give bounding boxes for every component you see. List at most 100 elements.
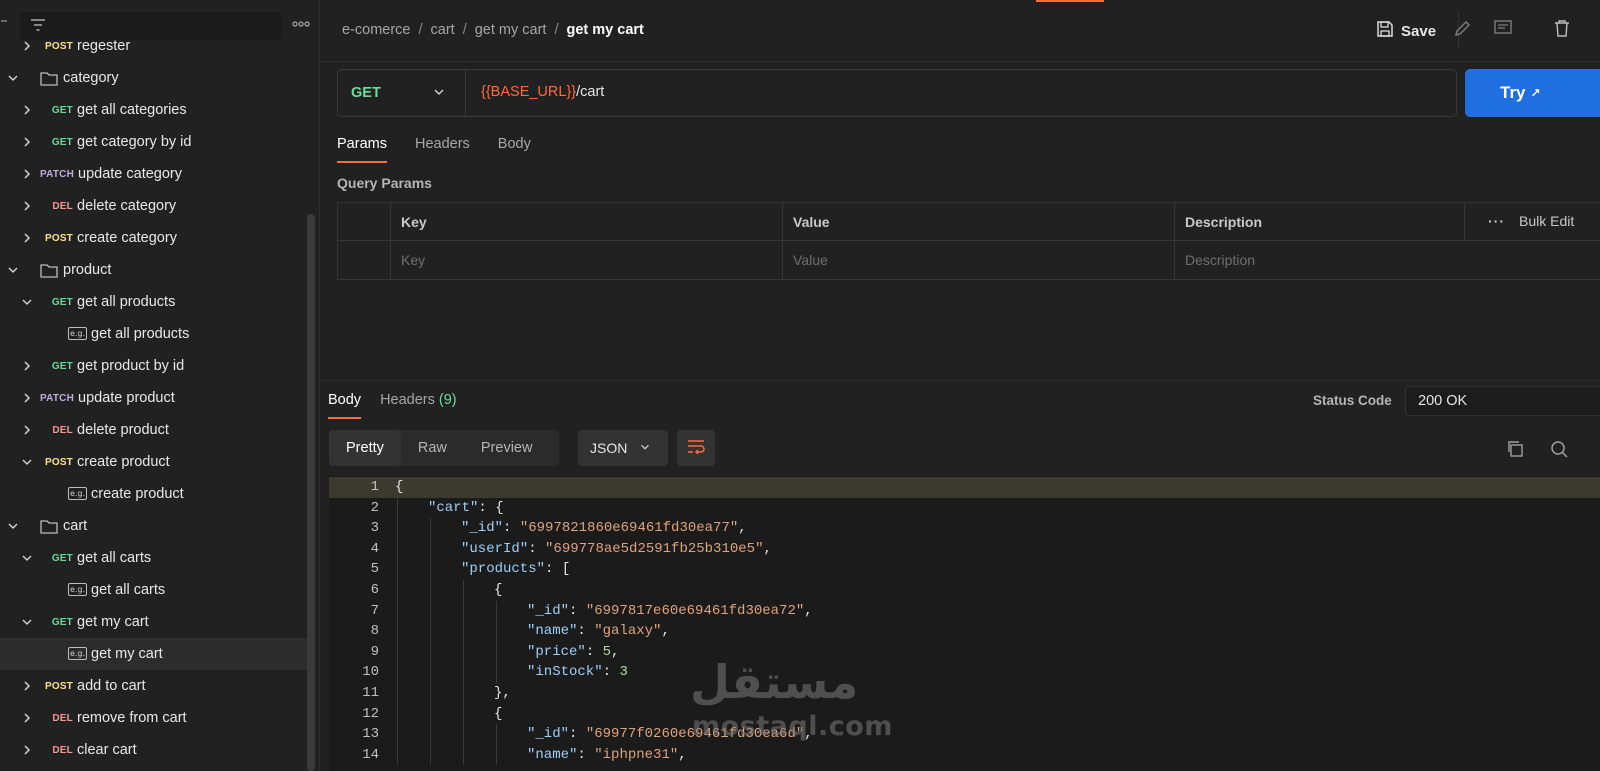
sidebar-item-label: clear cart bbox=[77, 742, 137, 758]
sidebar-request-regester[interactable]: POST regester bbox=[0, 30, 312, 62]
tab-headers[interactable]: Headers bbox=[415, 136, 470, 163]
chevron-down-icon[interactable] bbox=[6, 71, 20, 85]
chevron-right-icon[interactable] bbox=[20, 391, 34, 405]
collapse-icon[interactable] bbox=[0, 14, 8, 31]
sidebar-request-get-product-by-id[interactable]: GET get product by id bbox=[0, 350, 312, 382]
sidebar-request-clear-cart[interactable]: DEL clear cart bbox=[0, 734, 312, 766]
sidebar-request-delete-category[interactable]: DEL delete category bbox=[0, 190, 312, 222]
chevron-right-icon[interactable] bbox=[20, 231, 34, 245]
table-row: Key Value Description bbox=[338, 241, 1600, 279]
sidebar-request-create-category[interactable]: POST create category bbox=[0, 222, 312, 254]
view-tab-raw[interactable]: Raw bbox=[401, 430, 464, 466]
tab-response-headers[interactable]: Headers (9) bbox=[380, 392, 457, 419]
view-mode-tabs: Pretty Raw Preview bbox=[329, 430, 559, 466]
view-tab-preview[interactable]: Preview bbox=[464, 430, 550, 466]
code-token: : bbox=[602, 664, 620, 681]
breadcrumb: e-comerce / cart / get my cart / get my … bbox=[342, 22, 644, 38]
url-input[interactable]: {{BASE_URL}}/cart bbox=[481, 84, 604, 100]
chevron-down-icon[interactable] bbox=[20, 295, 34, 309]
breadcrumb-current: get my cart bbox=[566, 22, 644, 38]
description-input[interactable]: Description bbox=[1174, 241, 1600, 279]
bulk-edit-button[interactable]: ··· Bulk Edit bbox=[1488, 213, 1574, 229]
line-number: 8 bbox=[370, 623, 379, 640]
chevron-right-icon[interactable] bbox=[20, 711, 34, 725]
sidebar-folder-category[interactable]: category bbox=[0, 62, 312, 94]
code-line: 2 "cart": { bbox=[329, 498, 1600, 519]
sidebar-request-get-all-categories[interactable]: GET get all categories bbox=[0, 94, 312, 126]
code-token: "products" bbox=[461, 561, 546, 578]
sidebar-item-label: get all products bbox=[91, 326, 190, 342]
sidebar-request-delete-product[interactable]: DEL delete product bbox=[0, 414, 312, 446]
tab-body[interactable]: Body bbox=[498, 136, 531, 163]
sidebar-item-label: product bbox=[63, 262, 112, 278]
line-number: 6 bbox=[370, 582, 379, 598]
code-token: , bbox=[661, 623, 670, 640]
code-text: "products": [ bbox=[461, 559, 570, 580]
key-input[interactable]: Key bbox=[390, 241, 782, 279]
response-body-editor[interactable]: 1{2 "cart": {3 "_id": "6997821860e69461fd3… bbox=[329, 476, 1600, 771]
sidebar-example-create-product[interactable]: e.g. create product bbox=[0, 478, 312, 510]
search-icon[interactable] bbox=[1550, 440, 1570, 460]
copy-icon[interactable] bbox=[1506, 440, 1526, 460]
panel-divider[interactable] bbox=[320, 380, 1600, 381]
more-icon[interactable] bbox=[292, 14, 310, 30]
sidebar-example-get-all-carts[interactable]: e.g. get all carts bbox=[0, 574, 312, 606]
chevron-right-icon[interactable] bbox=[20, 679, 34, 693]
sidebar-request-get-all-products[interactable]: GET get all products bbox=[0, 286, 312, 318]
pencil-icon[interactable] bbox=[1453, 18, 1479, 44]
sidebar-folder-product[interactable]: product bbox=[0, 254, 312, 286]
chevron-down-icon[interactable] bbox=[20, 551, 34, 565]
format-select[interactable]: JSON bbox=[578, 430, 668, 466]
tab-params[interactable]: Params bbox=[337, 136, 387, 163]
view-tab-pretty[interactable]: Pretty bbox=[329, 430, 401, 466]
method-select[interactable]: GET bbox=[338, 70, 466, 116]
sidebar-request-create-product[interactable]: POST create product bbox=[0, 446, 312, 478]
breadcrumb-item-folder[interactable]: cart bbox=[431, 22, 455, 38]
breadcrumb-item-request[interactable]: get my cart bbox=[475, 22, 547, 38]
chevron-right-icon[interactable] bbox=[20, 39, 34, 53]
chevron-right-icon[interactable] bbox=[20, 167, 34, 181]
sidebar-request-get-all-carts[interactable]: GET get all carts bbox=[0, 542, 312, 574]
sidebar-request-update-category[interactable]: PATCH update category bbox=[0, 158, 312, 190]
code-line: 1{ bbox=[329, 477, 1600, 498]
sidebar-request-get-my-cart[interactable]: GET get my cart bbox=[0, 606, 312, 638]
chevron-right-icon[interactable] bbox=[20, 423, 34, 437]
chevron-down-icon[interactable] bbox=[6, 263, 20, 277]
sidebar-scrollbar[interactable] bbox=[307, 214, 315, 771]
chevron-right-icon[interactable] bbox=[20, 103, 34, 117]
sidebar-item-label: remove from cart bbox=[77, 710, 187, 726]
more-icon[interactable]: ··· bbox=[1488, 213, 1505, 229]
sidebar-request-add-to-cart[interactable]: POST add to cart bbox=[0, 670, 312, 702]
chevron-right-icon[interactable] bbox=[20, 135, 34, 149]
chevron-down-icon[interactable] bbox=[20, 455, 34, 469]
sidebar-request-get-category-by-id[interactable]: GET get category by id bbox=[0, 126, 312, 158]
wrap-lines-button[interactable] bbox=[677, 430, 715, 466]
sidebar-folder-cart[interactable]: cart bbox=[0, 510, 312, 542]
sidebar-request-update-product[interactable]: PATCH update product bbox=[0, 382, 312, 414]
sidebar-item-label: get all products bbox=[77, 294, 176, 310]
value-input[interactable]: Value bbox=[782, 241, 1174, 279]
trash-icon[interactable] bbox=[1552, 18, 1578, 44]
bulk-edit-label: Bulk Edit bbox=[1519, 213, 1575, 229]
code-token: : bbox=[569, 726, 586, 743]
chevron-down-icon[interactable] bbox=[20, 615, 34, 629]
breadcrumb-item-collection[interactable]: e-comerce bbox=[342, 22, 411, 38]
code-token: "userId" bbox=[461, 540, 529, 557]
tab-response-body[interactable]: Body bbox=[328, 392, 362, 419]
try-button[interactable]: Try ↗ bbox=[1465, 69, 1600, 117]
chevron-down-icon[interactable] bbox=[6, 519, 20, 533]
line-number: 4 bbox=[370, 540, 379, 557]
sidebar-item-label: get all categories bbox=[77, 102, 187, 118]
chevron-right-icon[interactable] bbox=[20, 359, 34, 373]
comment-icon[interactable] bbox=[1493, 18, 1519, 44]
example-icon: e.g. bbox=[68, 583, 87, 596]
chevron-right-icon[interactable] bbox=[20, 743, 34, 757]
sidebar-item-label: category bbox=[63, 70, 119, 86]
save-button[interactable]: Save bbox=[1376, 20, 1436, 42]
sidebar-request-remove-from-cart[interactable]: DEL remove from cart bbox=[0, 702, 312, 734]
sidebar-example-get-my-cart[interactable]: e.g. get my cart bbox=[0, 638, 312, 670]
sidebar-example-get-all-products[interactable]: e.g. get all products bbox=[0, 318, 312, 350]
chevron-right-icon[interactable] bbox=[20, 199, 34, 213]
sidebar-item-label: get all carts bbox=[91, 582, 166, 598]
code-line: 9 "price": 5, bbox=[329, 642, 1600, 663]
